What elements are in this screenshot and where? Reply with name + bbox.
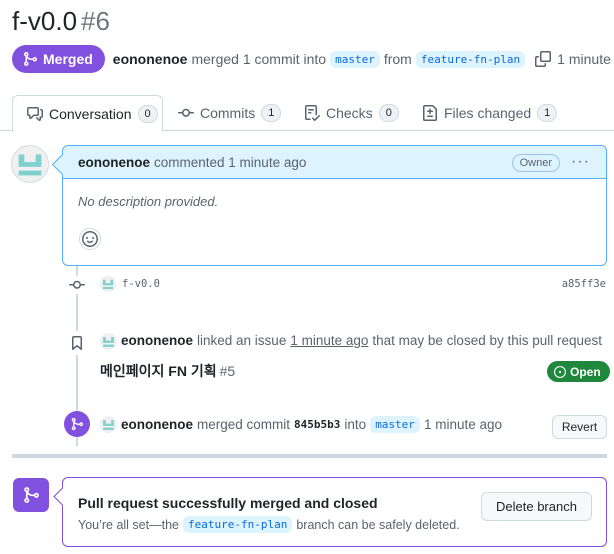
pr-tabs: Conversation 0 Commits 1 Checks 0 Files …: [0, 95, 614, 132]
merge-event: eononenoe merged commit 845b5b3 into mas…: [121, 416, 502, 433]
tab-files-changed-label: Files changed: [444, 105, 532, 121]
merge-summary-text: merged 1 commit into: [191, 51, 327, 67]
identicon-avatar: [100, 333, 117, 350]
merge-status-icon: [13, 478, 49, 512]
commit-sha[interactable]: a85ff3e: [562, 278, 606, 290]
issue-event-text: linked an issue: [197, 333, 287, 348]
issue-open-badge: Open: [547, 361, 610, 382]
merge-summary: eononenoe merged 1 commit into master fr…: [113, 50, 614, 68]
comment-discussion-icon: [27, 106, 43, 121]
merge-status-desc: You’re all set—the feature-fn-plan branc…: [78, 516, 460, 533]
revert-button[interactable]: Revert: [552, 415, 607, 439]
avatar[interactable]: [11, 145, 49, 183]
identicon-avatar: [100, 416, 117, 433]
merged-badge: Merged: [12, 45, 105, 73]
comment-meta[interactable]: commented 1 minute ago: [154, 155, 306, 170]
merge-event-into: into: [344, 417, 367, 432]
tab-conversation[interactable]: Conversation 0: [12, 95, 163, 132]
git-merge-icon: [24, 487, 39, 503]
tab-commits-label: Commits: [200, 105, 256, 121]
identicon-avatar: [100, 276, 116, 292]
git-commit-icon: [178, 108, 194, 117]
comment-body: No description provided.: [78, 194, 219, 209]
merge-event-branch[interactable]: master: [370, 416, 420, 433]
issue-event-time[interactable]: 1 minute ago: [290, 333, 368, 348]
merge-event-avatar[interactable]: [100, 416, 117, 433]
merge-desc-before: You’re all set—the: [78, 517, 179, 532]
tab-checks-label: Checks: [326, 105, 373, 121]
pr-title: f-v0.0 #6: [12, 4, 110, 38]
comment-author[interactable]: eononenoe: [78, 155, 150, 170]
tab-checks-count: 0: [378, 104, 399, 122]
merge-event-author[interactable]: eononenoe: [121, 417, 193, 432]
merge-desc-after: branch can be safely deleted.: [296, 517, 460, 532]
merge-event-time[interactable]: 1 minute ago: [424, 417, 502, 432]
identicon-avatar: [12, 146, 48, 182]
delete-branch-button[interactable]: Delete branch: [481, 492, 592, 521]
linked-issue-title-text: 메인페이지 FN 기획: [100, 363, 217, 379]
commit-avatar[interactable]: [100, 276, 116, 292]
issue-opened-icon: [554, 365, 566, 378]
merge-desc-branch[interactable]: feature-fn-plan: [183, 516, 293, 533]
git-commit-icon: [68, 276, 86, 294]
smiley-icon: [82, 231, 98, 247]
linked-issue-title[interactable]: 메인페이지 FN 기획 #5: [100, 361, 235, 381]
git-merge-icon: [24, 52, 38, 66]
comment-card: eononenoe commented 1 minute ago Owner ·…: [62, 145, 607, 266]
owner-badge: Owner: [511, 154, 560, 172]
merge-event-text: merged commit: [197, 417, 291, 432]
tab-files-changed[interactable]: Files changed 1: [422, 95, 558, 131]
commit-message[interactable]: f-v0.0: [122, 278, 160, 290]
from-text: from: [383, 51, 412, 67]
git-merge-icon: [64, 411, 90, 437]
tab-files-changed-count: 1: [537, 104, 558, 122]
timeline-divider: [12, 454, 607, 458]
tab-conversation-label: Conversation: [49, 105, 132, 122]
add-reaction-button[interactable]: [79, 228, 101, 250]
tab-conversation-count: 0: [137, 104, 158, 123]
copy-icon[interactable]: [535, 51, 552, 67]
pr-state-row: Merged eononenoe merged 1 commit into ma…: [12, 45, 614, 73]
checklist-icon: [305, 105, 320, 121]
linked-issue-event: eononenoe linked an issue 1 minute ago t…: [121, 333, 602, 348]
issue-event-author[interactable]: eononenoe: [121, 333, 193, 348]
pr-title-text: f-v0.0: [12, 6, 78, 36]
merge-commit-sha[interactable]: 845b5b3: [294, 418, 340, 431]
merge-time: 1 minute ago: [557, 51, 614, 67]
base-branch[interactable]: master: [330, 50, 380, 68]
comment-header: eononenoe commented 1 minute ago Owner ·…: [63, 146, 606, 179]
tab-checks[interactable]: Checks 0: [304, 95, 399, 131]
author-link[interactable]: eononenoe: [113, 51, 188, 67]
pr-number: #6: [81, 6, 110, 36]
file-diff-icon: [423, 105, 437, 121]
merged-badge-label: Merged: [43, 51, 93, 67]
issue-event-text-after: that may be closed by this pull request: [372, 333, 603, 348]
linked-issue-number: #5: [219, 363, 236, 379]
kebab-menu-icon[interactable]: ···: [571, 153, 590, 171]
issue-open-label: Open: [570, 364, 601, 379]
issue-link-icon: [65, 331, 89, 355]
tab-commits-count: 1: [261, 104, 282, 122]
issue-event-avatar[interactable]: [100, 333, 117, 350]
commit-row: f-v0.0 a85ff3e: [68, 276, 608, 294]
merge-status-title: Pull request successfully merged and clo…: [78, 495, 378, 511]
tab-commits[interactable]: Commits 1: [178, 95, 282, 131]
head-branch[interactable]: feature-fn-plan: [415, 50, 526, 68]
